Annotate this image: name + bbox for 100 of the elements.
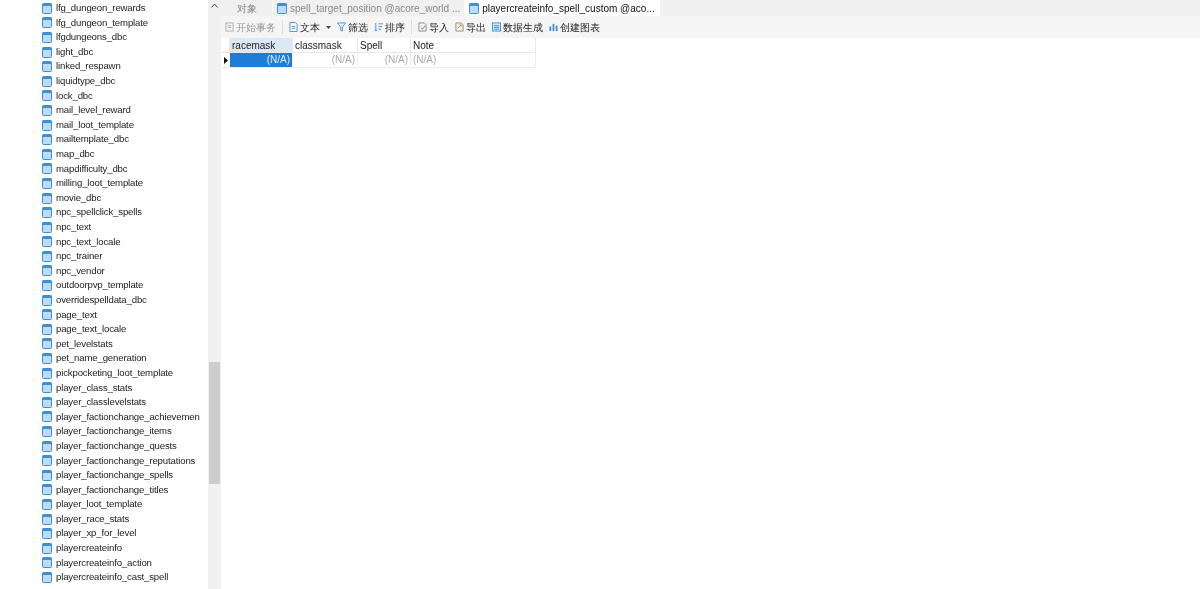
sort-icon: [374, 22, 383, 32]
table-icon: [42, 455, 52, 467]
table-icon: [42, 46, 52, 58]
column-header[interactable]: Note: [411, 38, 536, 53]
toolbar-button[interactable]: 筛选: [337, 19, 368, 35]
table-icon: [42, 411, 52, 423]
sidebar-item[interactable]: player_factionchange_titles: [42, 482, 208, 498]
sidebar-item[interactable]: movie_dbc: [42, 190, 208, 206]
sidebar-item[interactable]: player_factionchange_items: [42, 424, 208, 439]
table-icon: [42, 513, 52, 525]
sidebar-item[interactable]: lfgdungeons_dbc: [42, 30, 208, 45]
sidebar-item[interactable]: playercreateinfo_cast_spell: [42, 570, 208, 585]
sidebar-item[interactable]: mailtemplate_dbc: [42, 132, 208, 147]
column-header[interactable]: racemask: [230, 38, 293, 53]
sidebar-item[interactable]: player_factionchange_reputations: [42, 453, 208, 468]
sidebar-item[interactable]: player_race_stats: [42, 511, 208, 527]
scroll-up-icon[interactable]: [211, 3, 218, 8]
sidebar-item[interactable]: overridespelldata_dbc: [42, 292, 208, 308]
table-icon: [42, 104, 52, 116]
table-icon: [42, 323, 52, 335]
table-icon: [42, 17, 52, 29]
sidebar-item[interactable]: player_factionchange_quests: [42, 438, 208, 454]
export-icon: [455, 22, 464, 32]
table-icon: [42, 440, 52, 452]
sidebar-item[interactable]: page_text: [42, 307, 208, 323]
filter-icon: [337, 22, 346, 32]
sidebar-item[interactable]: pet_levelstats: [42, 336, 208, 352]
table-icon: [42, 148, 52, 160]
table-icon: [42, 309, 52, 321]
table-icon: [42, 294, 52, 306]
scrollbar-thumb[interactable]: [209, 362, 220, 484]
toolbar-button[interactable]: 文本: [289, 19, 331, 35]
table-icon: [42, 32, 52, 43]
table-icon: [42, 338, 52, 350]
table-icon: [42, 134, 52, 146]
table-icon: [42, 571, 52, 583]
sidebar-item[interactable]: milling_loot_template: [42, 176, 208, 191]
table-icon: [42, 163, 52, 175]
table-icon: [42, 177, 52, 189]
sidebar-item[interactable]: playercreateinfo_action: [42, 555, 208, 571]
table-icon: [42, 250, 52, 262]
sidebar-item[interactable]: map_dbc: [42, 146, 208, 162]
document-icon: [289, 22, 298, 32]
toolbar-button[interactable]: 排序: [374, 19, 405, 35]
table-icon: [277, 2, 287, 14]
table-icon: [42, 382, 52, 394]
sidebar-item[interactable]: lfg_dungeon_template: [42, 15, 208, 31]
sidebar-item[interactable]: lock_dbc: [42, 88, 208, 104]
table-icon: [42, 528, 52, 540]
transaction-icon: [225, 22, 234, 32]
sidebar-item[interactable]: player_loot_template: [42, 497, 208, 512]
table-icon: [42, 119, 52, 131]
column-header[interactable]: classmask: [293, 38, 358, 53]
table-icon: [42, 542, 52, 554]
sidebar-item[interactable]: npc_vendor: [42, 263, 208, 279]
toolbar-button[interactable]: 导入: [418, 19, 449, 35]
table-icon: [42, 90, 52, 102]
table-icon: [42, 2, 52, 14]
sidebar-item[interactable]: mail_level_reward: [42, 103, 208, 118]
column-header[interactable]: Spell: [358, 38, 411, 53]
table-icon: [42, 280, 52, 292]
sidebar-item[interactable]: light_dbc: [42, 44, 208, 60]
sidebar-item[interactable]: mail_loot_template: [42, 117, 208, 133]
table-icon: [42, 353, 52, 365]
toolbar-button[interactable]: 数据生成: [492, 19, 543, 35]
table-icon: [42, 396, 52, 408]
sidebar-item[interactable]: liquidtype_dbc: [42, 73, 208, 89]
import-icon: [418, 22, 427, 32]
sidebar-item[interactable]: linked_respawn: [42, 59, 208, 74]
sidebar-item[interactable]: npc_text_locale: [42, 234, 208, 250]
sidebar-item[interactable]: mapdifficulty_dbc: [42, 161, 208, 177]
table-icon: [42, 192, 52, 204]
sidebar-item[interactable]: pickpocketing_loot_template: [42, 365, 208, 381]
sidebar-item[interactable]: player_xp_for_level: [42, 526, 208, 541]
table-icon: [42, 236, 52, 248]
table-icon: [42, 557, 52, 569]
sidebar-item[interactable]: playercreateinfo: [42, 540, 208, 556]
toolbar-button[interactable]: 导出: [455, 19, 486, 35]
table-icon: [42, 426, 52, 437]
table-icon: [42, 221, 52, 233]
table-icon: [42, 367, 52, 379]
sidebar-item[interactable]: player_factionchange_achievemen: [42, 409, 208, 425]
database-icon: [492, 22, 501, 32]
table-icon: [42, 265, 52, 277]
table-icon: [42, 469, 52, 481]
table-icon: [42, 484, 52, 496]
sidebar-item[interactable]: outdoorpvp_template: [42, 278, 208, 293]
sidebar-item[interactable]: page_text_locale: [42, 322, 208, 337]
sidebar-item[interactable]: npc_trainer: [42, 249, 208, 264]
sidebar-item[interactable]: player_classlevelstats: [42, 395, 208, 410]
sidebar-item[interactable]: player_class_stats: [42, 380, 208, 396]
sidebar-item[interactable]: npc_spellclick_spells: [42, 205, 208, 220]
table-cell[interactable]: (N/A): [230, 53, 293, 68]
sidebar-item[interactable]: npc_text: [42, 219, 208, 235]
sidebar-item[interactable]: pet_name_generation: [42, 351, 208, 366]
toolbar-button[interactable]: 创建图表: [549, 19, 600, 35]
tab[interactable]: playercreateinfo_spell_custom @aco...: [465, 0, 660, 16]
sidebar-item[interactable]: player_factionchange_spells: [42, 468, 208, 483]
table-icon: [42, 75, 52, 87]
sidebar-item[interactable]: lfg_dungeon_rewards: [42, 1, 208, 16]
